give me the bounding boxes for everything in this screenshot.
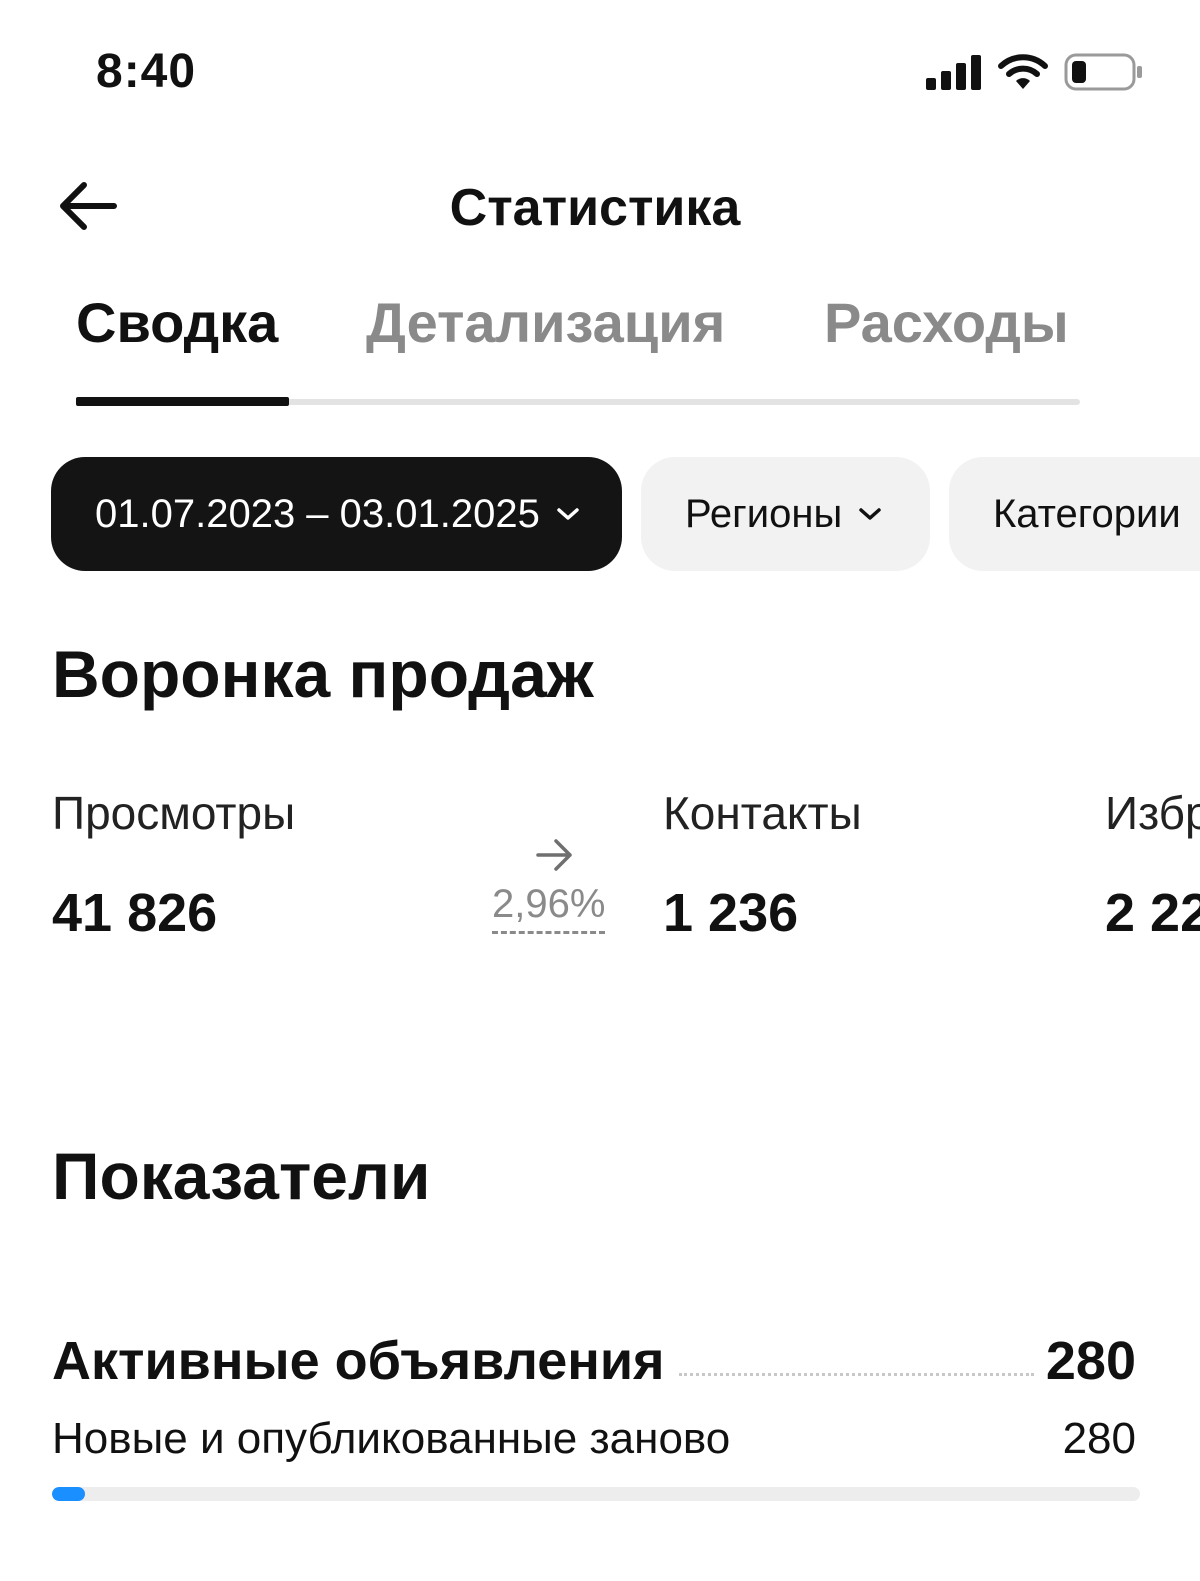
active-ads-label: Активные объявления [52,1331,665,1391]
tab-expenses[interactable]: Расходы [824,290,1069,355]
favorites-metric-clipped: Избранное 2 228 [1105,786,1200,956]
status-time: 8:40 [96,45,197,98]
date-range-label: 01.07.2023 – 03.01.2025 [95,491,540,536]
conversion-rate[interactable]: 2,96% [492,882,606,934]
funnel-title: Воронка продаж [52,637,594,711]
views-label: Просмотры [52,787,296,839]
tab-details[interactable]: Детализация [366,290,725,355]
chevron-down-icon [556,506,580,522]
categories-label: Категории [993,491,1181,536]
favorites-label: Избранное [1105,787,1200,839]
favorites-value: 2 228 [1105,883,1200,943]
regions-filter[interactable]: Регионы [641,457,930,571]
tab-bar: Сводка Детализация Расходы [76,290,1080,406]
contacts-label: Контакты [663,787,862,839]
new-ads-progress-track [52,1487,1140,1501]
date-range-filter[interactable]: 01.07.2023 – 03.01.2025 [51,457,622,571]
new-ads-progress-fill [52,1487,85,1501]
active-ads-row[interactable]: Активные объявления 280 [52,1322,1136,1392]
new-ads-value: 280 [1062,1414,1136,1463]
indicators-title: Показатели [52,1139,431,1213]
page-title: Статистика [449,179,741,237]
status-icons [926,52,1144,96]
tabs-active-indicator [76,397,289,406]
wifi-icon [998,53,1048,96]
tab-summary[interactable]: Сводка [76,290,278,355]
active-ads-value: 280 [1045,1331,1136,1391]
views-value: 41 826 [52,883,218,943]
battery-icon [1064,52,1144,97]
new-ads-row: Новые и опубликованные заново 280 [52,1414,1136,1464]
categories-filter[interactable]: Категории [949,457,1200,571]
new-ads-label: Новые и опубликованные заново [52,1414,731,1463]
chevron-down-icon [858,506,882,522]
contacts-value: 1 236 [663,883,799,943]
regions-label: Регионы [685,491,843,536]
signal-icon [926,54,982,95]
leader-dots [678,1373,1034,1376]
arrow-right-icon [536,838,574,877]
